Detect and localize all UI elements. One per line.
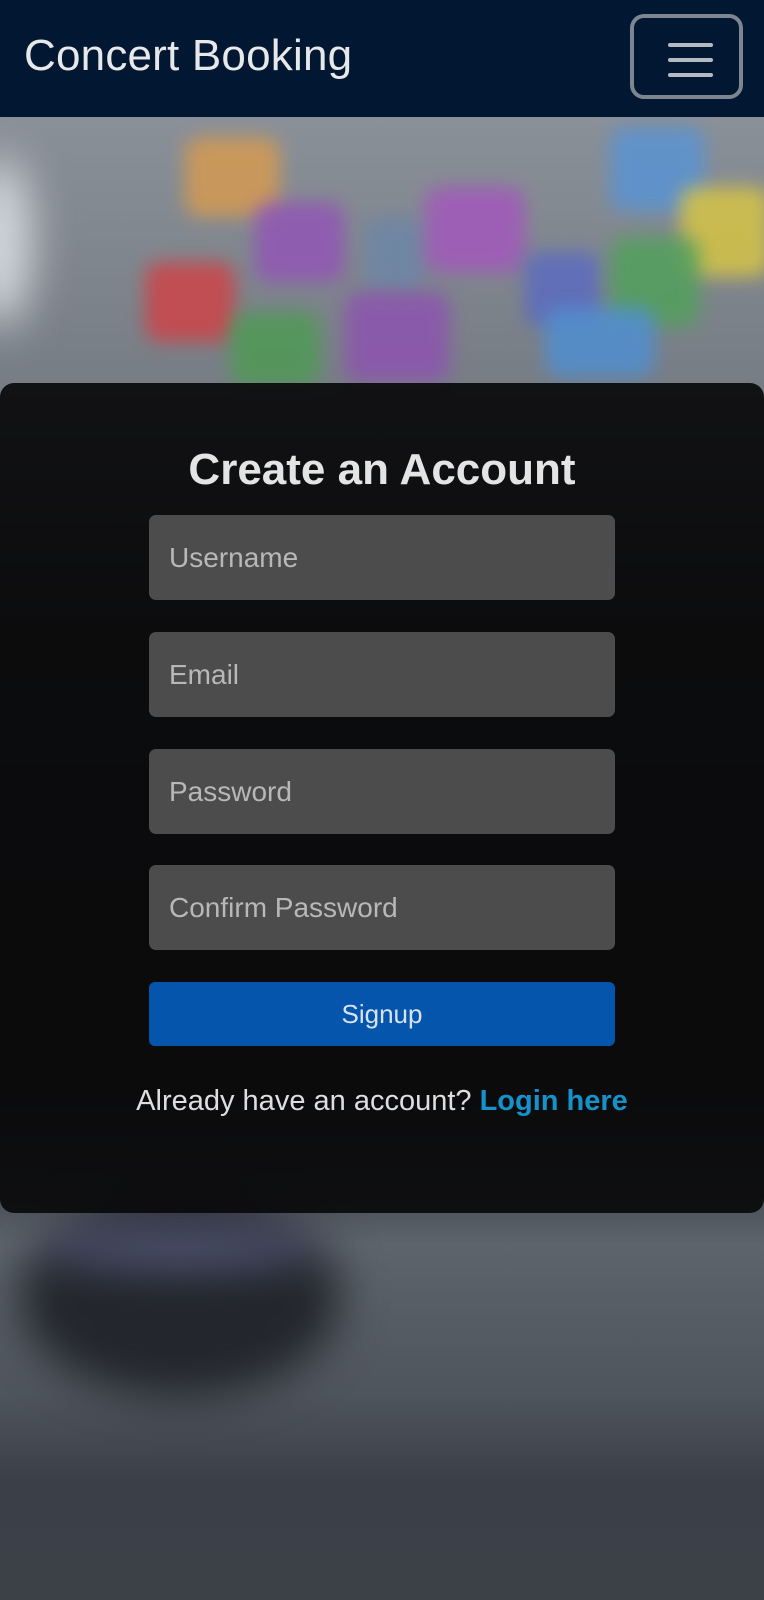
signup-button[interactable]: Signup	[149, 982, 615, 1046]
login-prompt-text: Already have an account?	[136, 1085, 472, 1117]
form-title: Create an Account	[188, 445, 576, 494]
bg-app-icon	[365, 217, 425, 292]
bg-app-icon	[345, 292, 450, 382]
menu-bar-line	[668, 73, 713, 77]
login-prompt-line: Already have an account? Login here	[0, 1083, 764, 1119]
confirm-password-input[interactable]	[149, 865, 615, 950]
brand-title[interactable]: Concert Booking	[24, 30, 352, 82]
bg-highlight	[40, 1227, 320, 1267]
password-input[interactable]	[149, 749, 615, 834]
bg-app-icon	[145, 262, 235, 342]
bg-app-icon	[255, 202, 345, 282]
bg-app-icon	[230, 312, 320, 387]
bg-app-icon	[545, 307, 655, 377]
menu-bar-line	[668, 43, 713, 47]
bg-glow	[0, 157, 30, 327]
menu-bar-line	[668, 58, 713, 62]
hamburger-menu-icon[interactable]	[630, 14, 743, 99]
bg-app-icon	[425, 187, 525, 272]
username-input[interactable]	[149, 515, 615, 600]
navbar: Concert Booking	[0, 0, 764, 117]
login-link[interactable]: Login here	[480, 1085, 628, 1117]
email-input[interactable]	[149, 632, 615, 717]
